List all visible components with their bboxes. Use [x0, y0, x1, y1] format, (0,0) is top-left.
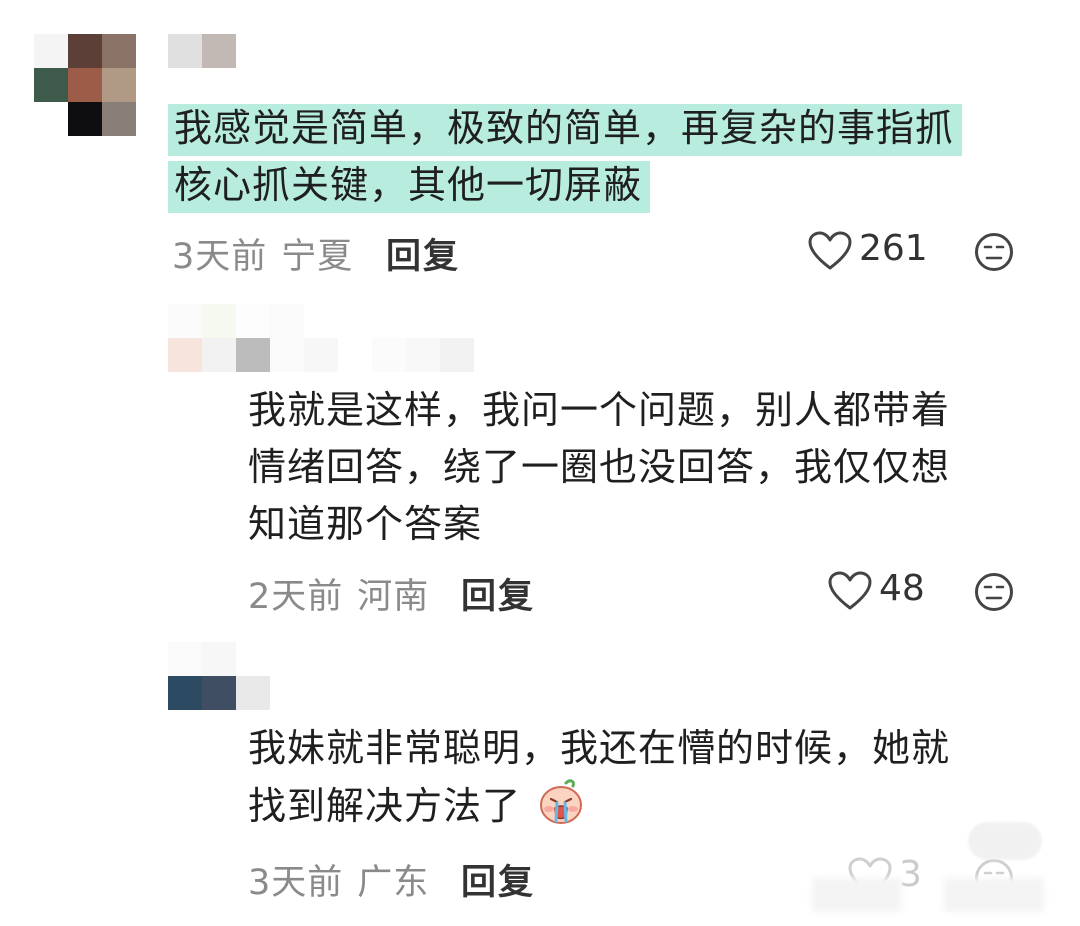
comment-body: 我感觉是简单，极致的简单，再复杂的事指抓 核心抓关键，其他一切屏蔽: [168, 100, 1038, 214]
comment-body: 我妹就非常聪明，我还在懵的时候，她就 找到解决方法了: [248, 720, 1048, 835]
heart-outline-icon[interactable]: [808, 231, 852, 271]
comment-text-line: 核心抓关键，其他一切屏蔽: [168, 161, 651, 213]
heart-outline-icon[interactable]: [828, 571, 872, 611]
username[interactable]: [168, 642, 270, 710]
comment-meta: 3天前 宁夏: [172, 228, 353, 279]
location: 广东: [357, 863, 430, 903]
neutral-face-icon[interactable]: [974, 232, 1014, 272]
timestamp: 2天前: [248, 577, 344, 617]
timestamp: 3天前: [248, 863, 344, 903]
crying-face-emoji: [540, 779, 583, 824]
comment-text-line: 我感觉是简单，极致的简单，再复杂的事指抓: [168, 104, 963, 156]
watermark-patch: [812, 878, 902, 912]
reply-button[interactable]: 回复: [386, 228, 460, 279]
watermark-logo: [968, 822, 1042, 860]
comment-text-line: 知道那个答案: [248, 502, 483, 546]
comment-body: 我就是这样，我问一个问题，别人都带着 情绪回答，绕了一圈也没回答，我仅仅想 知道…: [248, 382, 1048, 553]
like-count: 3: [899, 854, 922, 895]
comment-meta: 2天前 河南: [248, 568, 429, 619]
comment-text-line: 找到解决方法了: [248, 784, 522, 828]
comment-text-line: 情绪回答，绕了一圈也没回答，我仅仅想: [248, 445, 951, 489]
watermark-patch: [944, 878, 1044, 912]
location: 宁夏: [281, 237, 354, 277]
reply-button[interactable]: 回复: [461, 854, 535, 905]
avatar[interactable]: [34, 34, 136, 136]
username[interactable]: [168, 34, 236, 68]
like-count: 261: [859, 228, 928, 269]
neutral-face-icon[interactable]: [974, 572, 1014, 612]
reply-button[interactable]: 回复: [461, 568, 535, 619]
timestamp: 3天前: [172, 237, 268, 277]
like-count: 48: [879, 568, 925, 609]
comment-text-line: 我就是这样，我问一个问题，别人都带着: [248, 388, 951, 432]
location: 河南: [357, 577, 430, 617]
username[interactable]: [168, 304, 474, 372]
comment-meta: 3天前 广东: [248, 854, 429, 905]
comment-text-line: 我妹就非常聪明，我还在懵的时候，她就: [248, 726, 951, 770]
